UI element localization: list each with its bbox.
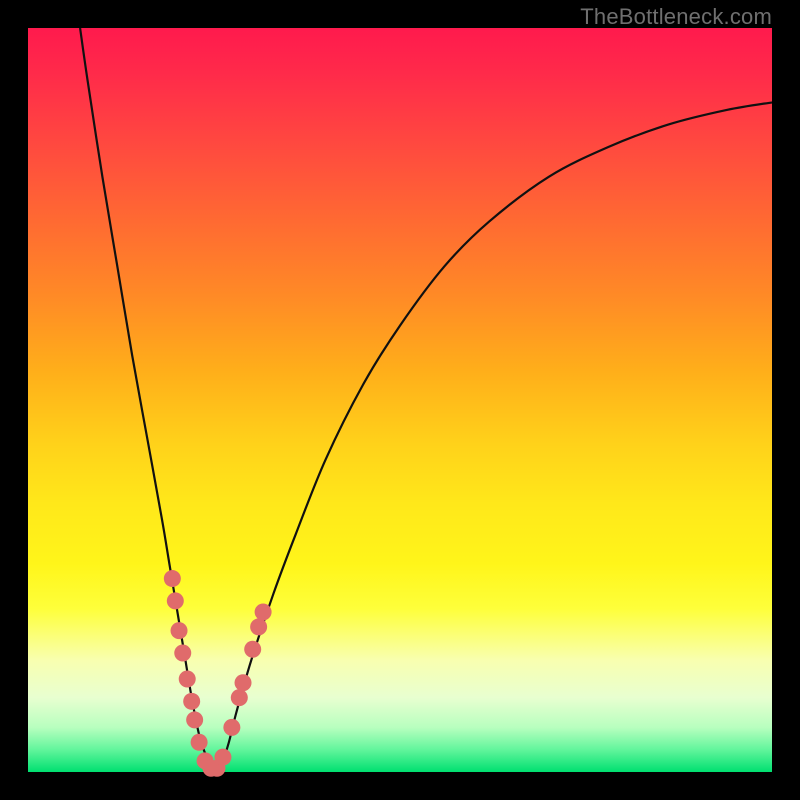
marker-group xyxy=(164,570,272,777)
data-marker xyxy=(167,592,184,609)
data-marker xyxy=(235,674,252,691)
data-marker xyxy=(183,693,200,710)
data-marker xyxy=(214,749,231,766)
data-marker xyxy=(164,570,181,587)
chart-svg xyxy=(28,28,772,772)
data-marker xyxy=(171,622,188,639)
data-marker xyxy=(179,671,196,688)
data-marker xyxy=(186,711,203,728)
watermark-text: TheBottleneck.com xyxy=(580,4,772,30)
plot-area xyxy=(28,28,772,772)
data-marker xyxy=(255,604,272,621)
chart-frame: TheBottleneck.com xyxy=(0,0,800,800)
data-marker xyxy=(244,641,261,658)
data-marker xyxy=(250,618,267,635)
data-marker xyxy=(191,734,208,751)
data-marker xyxy=(231,689,248,706)
data-marker xyxy=(174,644,191,661)
data-marker xyxy=(223,719,240,736)
